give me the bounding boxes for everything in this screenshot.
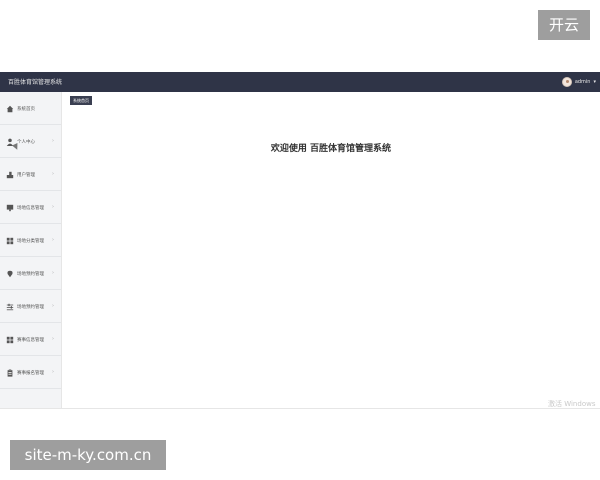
sidebar: 系统首页 个人中心 › 用户管理 › 场地信息管理 › 场地分类管理 › 场地预…	[0, 92, 62, 408]
sliders-icon	[6, 303, 14, 311]
sidebar-item-label: 场地预约管理	[17, 272, 44, 277]
clipboard-icon	[7, 369, 13, 377]
sidebar-item-label: 系统首页	[17, 107, 35, 112]
sidebar-item-label: 用户管理	[17, 173, 35, 178]
sidebar-item-event-signup[interactable]: 赛事报名管理 ›	[0, 356, 61, 389]
welcome-message: 欢迎使用 百胜体育馆管理系统	[270, 144, 392, 154]
app-title: 百胜体育馆管理系统	[8, 79, 63, 86]
user-menu[interactable]: admin ▾	[561, 75, 596, 89]
chevron-right-icon: ›	[52, 369, 54, 375]
grid-icon	[6, 336, 14, 344]
sidebar-item-label: 场地预约管理	[17, 305, 44, 310]
sidebar-item-label: 赛事信息管理	[17, 338, 44, 343]
sidebar-item-label: 场地信息管理	[17, 206, 44, 211]
app-window: 百胜体育馆管理系统 admin ▾ 系统首页 个人中心 › 用户管理 › 场地信…	[0, 72, 600, 408]
sidebar-item-users[interactable]: 用户管理 ›	[0, 158, 61, 191]
watermark-badge-top: 开云	[538, 10, 590, 40]
chevron-right-icon: ›	[52, 336, 54, 342]
grid-icon	[6, 237, 14, 245]
watermark-badge-bottom: site-m-ky.com.cn	[10, 440, 166, 470]
sidebar-item-venue-category[interactable]: 场地分类管理 ›	[0, 224, 61, 257]
chevron-right-icon: ›	[52, 138, 54, 144]
chevron-right-icon: ›	[52, 270, 54, 276]
top-header: 百胜体育馆管理系统 admin ▾	[0, 72, 600, 92]
home-icon	[6, 105, 14, 113]
tab-strip: 系统首页	[62, 92, 600, 107]
divider	[0, 408, 600, 409]
sidebar-item-event-info[interactable]: 赛事信息管理 ›	[0, 323, 61, 356]
sidebar-item-home[interactable]: 系统首页	[0, 92, 61, 125]
main-content: 欢迎使用 百胜体育馆管理系统	[62, 106, 600, 408]
chevron-right-icon: ›	[52, 237, 54, 243]
chevron-right-icon: ›	[52, 171, 54, 177]
location-icon	[7, 270, 13, 278]
chevron-right-icon: ›	[52, 204, 54, 210]
sidebar-item-label: 场地分类管理	[17, 239, 44, 244]
sidebar-item-profile[interactable]: 个人中心 ›	[0, 125, 61, 158]
sidebar-item-venue-booking[interactable]: 场地预约管理 ›	[0, 257, 61, 290]
avatar	[561, 77, 572, 87]
monitor-icon	[6, 204, 14, 212]
sidebar-item-venue-info[interactable]: 场地信息管理 ›	[0, 191, 61, 224]
sidebar-item-label: 个人中心	[17, 140, 35, 145]
user-name: admin	[574, 79, 591, 85]
users-icon	[6, 171, 14, 179]
sidebar-item-venue-booking-2[interactable]: 场地预约管理 ›	[0, 290, 61, 323]
chevron-right-icon: ›	[52, 303, 54, 309]
tab-home[interactable]: 系统首页	[70, 96, 92, 105]
chevron-down-icon: ▾	[593, 79, 596, 85]
sidebar-item-label: 赛事报名管理	[17, 371, 44, 376]
